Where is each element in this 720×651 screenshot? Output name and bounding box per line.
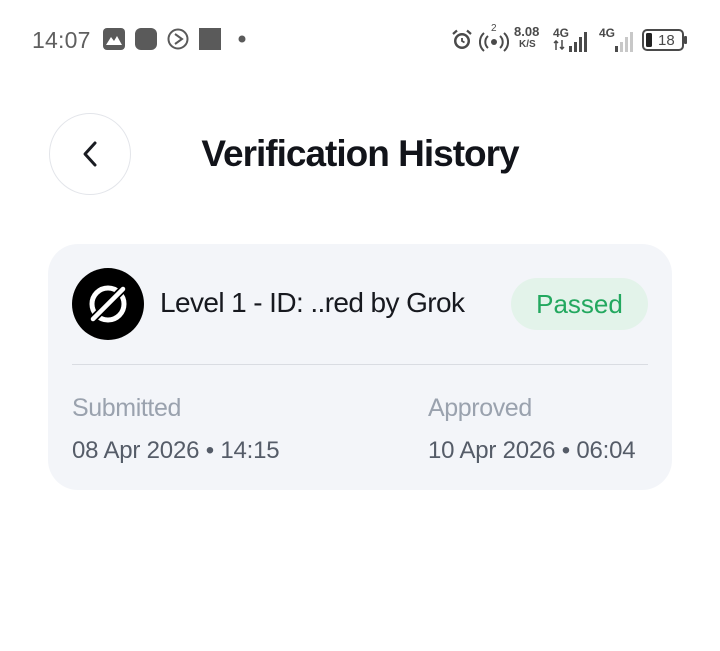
signal-weak-icon (615, 30, 635, 52)
data-arrows-icon (553, 40, 565, 50)
app-square-icon (135, 28, 157, 50)
notification-dot-icon (231, 28, 253, 50)
grok-icon (87, 283, 129, 325)
status-left-icons (103, 28, 253, 50)
status-right-icons: 2 8.08 K/S 4G 4G 18 (446, 23, 696, 56)
verification-card[interactable]: Level 1 - ID: ..red by Grok Passed Submi… (48, 244, 672, 490)
verification-history-screen: 14:07 2 8.08 K/S 4G 4G 18 Verification H… (0, 0, 720, 651)
status-bar: 14:07 2 8.08 K/S 4G 4G 18 (0, 0, 720, 80)
sim2-label: 4G (599, 26, 616, 40)
page-title: Verification History (201, 133, 519, 174)
gallery-icon (103, 28, 125, 50)
verification-title: Level 1 - ID: ..red by Grok (160, 287, 465, 318)
status-time: 14:07 (32, 27, 91, 53)
network-speed-value: 8.08 (514, 24, 540, 39)
network-speed-unit: K/S (519, 39, 536, 50)
grok-logo (72, 268, 144, 340)
signal-strong-icon (569, 30, 589, 52)
sim1-label: 4G (553, 26, 570, 40)
stop-square-icon (199, 28, 221, 50)
submitted-label: Submitted (72, 394, 181, 422)
nav-arrow-icon (167, 28, 189, 50)
alarm-icon (450, 28, 474, 52)
hotspot-badge: 2 (491, 23, 497, 34)
divider (72, 364, 648, 365)
status-badge: Passed (511, 278, 648, 330)
submitted-value: 08 Apr 2026 • 14:15 (72, 437, 280, 464)
approved-label: Approved (428, 394, 532, 422)
approved-value: 10 Apr 2026 • 06:04 (428, 437, 636, 464)
battery-level: 18 (658, 32, 675, 49)
